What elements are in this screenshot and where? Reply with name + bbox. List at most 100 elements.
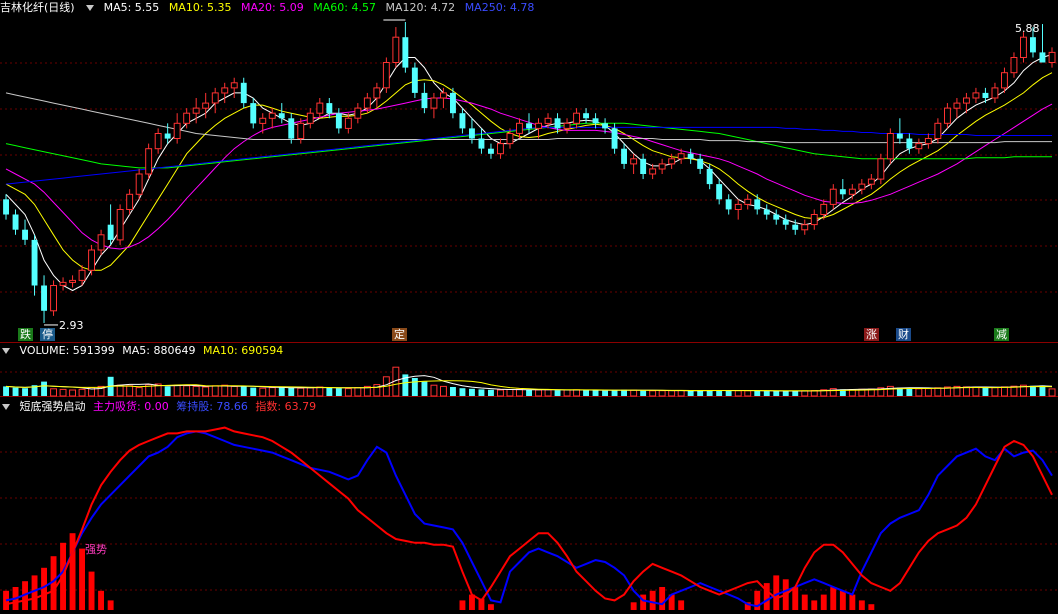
candle-body-up: [649, 168, 657, 175]
volume-bar-up: [78, 388, 86, 397]
candle-body-down: [469, 128, 475, 139]
candle-body-up: [354, 107, 362, 119]
candle-body-down: [41, 285, 47, 311]
volume-bar-up: [801, 390, 809, 397]
candle-body-up: [573, 112, 580, 124]
candle-body-down: [602, 123, 608, 129]
volume-bar-up: [658, 390, 666, 397]
candle-body-up: [344, 117, 352, 129]
volume-bar-up: [183, 385, 191, 397]
volume-bar-up: [297, 387, 305, 397]
candle-body-up: [535, 122, 542, 129]
candle-body-down: [754, 199, 761, 210]
volume-bar-down: [583, 390, 589, 396]
volume-bar-down: [326, 387, 333, 396]
event-tag[interactable]: 财: [896, 328, 911, 341]
volume-bar-down: [41, 381, 47, 396]
volume-bar-up: [649, 390, 657, 397]
candle-body-up: [440, 92, 447, 99]
candle-body-up: [50, 285, 57, 312]
stock-chart-svg[interactable]: [0, 0, 1058, 614]
index-line: [5, 426, 1053, 606]
volume-bar-up: [630, 389, 638, 397]
candle-body-up: [820, 203, 828, 215]
candle-body-down: [450, 92, 456, 114]
volume-bar-up: [677, 390, 685, 397]
absorb-bar: [792, 587, 799, 610]
candle-body-up: [544, 117, 552, 124]
volume-bar-up: [497, 389, 504, 397]
candle-body-down: [278, 113, 285, 119]
candle-body-up: [829, 188, 837, 205]
volume-bar-up: [734, 390, 742, 397]
event-tag[interactable]: 定: [392, 328, 407, 341]
event-tag[interactable]: 停: [40, 328, 55, 341]
absorb-bar: [801, 594, 808, 610]
volume-bar-up: [230, 385, 238, 397]
absorb-bar: [107, 600, 114, 610]
candle-body-up: [363, 97, 371, 109]
volume-bar-down: [906, 388, 913, 396]
volume-bar-down: [554, 390, 561, 396]
candle-body-up: [506, 133, 514, 145]
candle-body-up: [877, 158, 885, 180]
candle-body-up: [886, 133, 894, 160]
absorb-bar: [649, 590, 656, 610]
candle-body-down: [611, 128, 618, 149]
candle-body-up: [382, 62, 390, 89]
volume-bar-up: [535, 389, 542, 397]
candle-body-up: [1020, 36, 1027, 58]
candle-body-up: [135, 173, 143, 195]
volume-bar-up: [50, 388, 57, 397]
volume-bar-up: [440, 385, 447, 397]
volume-bar-down: [469, 388, 475, 396]
candle-body-down: [640, 158, 647, 174]
low-price-label: 2.93: [59, 319, 84, 332]
high-price-label: 5.88: [1015, 22, 1040, 35]
absorb-bar: [98, 590, 104, 610]
candle-body-up: [1001, 72, 1008, 89]
strong-annotation: 强势: [85, 543, 107, 556]
absorb-bar: [488, 604, 494, 610]
candle-body-up: [316, 102, 324, 114]
event-tag[interactable]: 跌: [18, 328, 33, 341]
volume-bar-up: [192, 385, 200, 397]
candle-body-up: [78, 269, 86, 281]
candle-body-down: [583, 113, 589, 119]
event-tag[interactable]: 减: [994, 328, 1009, 341]
candle-body-up: [430, 97, 438, 109]
candle-body-down: [335, 113, 342, 129]
candle-body-up: [934, 122, 942, 140]
candle-body-down: [621, 148, 627, 164]
volume-bar-up: [316, 386, 324, 397]
volume-bar-up: [963, 386, 970, 397]
volume-bar-up: [934, 387, 942, 397]
volume-bar-up: [69, 389, 76, 397]
volume-bar-up: [354, 387, 362, 397]
volume-bar-down: [478, 389, 485, 396]
volume-bar-up: [506, 389, 514, 397]
candle-body-up: [268, 112, 276, 119]
event-tag[interactable]: 涨: [864, 328, 879, 341]
candle-body-up: [88, 249, 95, 271]
volume-bar-down: [640, 390, 647, 396]
candle-body-down: [554, 118, 561, 129]
candle-body-down: [839, 189, 846, 195]
candle-body-up: [97, 234, 105, 251]
volume-bar-up: [1001, 386, 1008, 397]
volume-bar-up: [430, 384, 438, 397]
absorb-bar: [630, 602, 637, 610]
volume-bar-up: [668, 390, 676, 397]
candle-body-up: [867, 178, 875, 185]
candle-body-up: [668, 158, 676, 165]
candle-body-up: [126, 193, 134, 211]
volume-bar-up: [59, 388, 67, 397]
candle-body-up: [744, 198, 752, 205]
volume-bar-up: [1048, 388, 1056, 397]
candle-body-up: [953, 102, 961, 109]
candle-body-up: [630, 158, 638, 165]
candle-body-down: [782, 219, 789, 225]
candle-body-down: [488, 148, 494, 154]
volume-bar-up: [116, 384, 124, 397]
volume-bar-up: [135, 387, 143, 397]
